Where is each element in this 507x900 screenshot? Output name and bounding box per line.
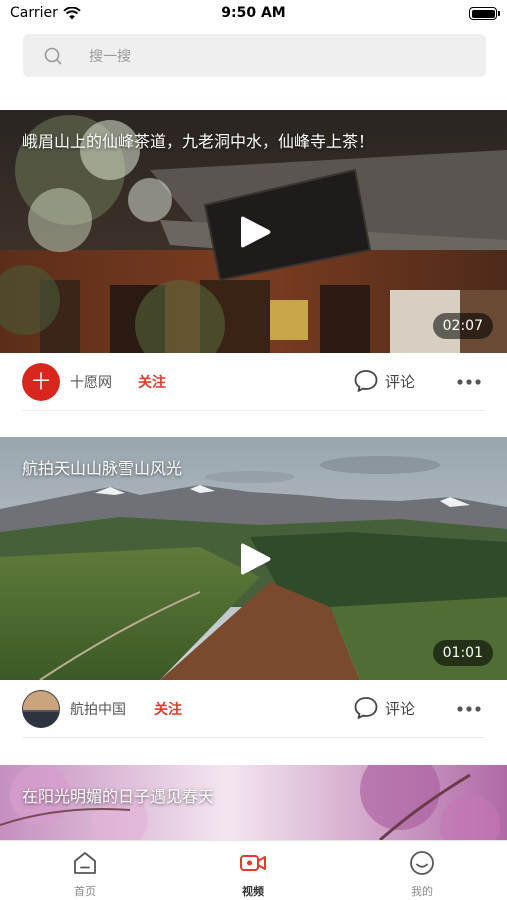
video-duration: 02:07 [432, 313, 493, 339]
author-name[interactable]: 航拍中国 [70, 699, 126, 719]
status-bar: Carrier 9:50 AM [0, 0, 507, 28]
video-thumbnail[interactable]: 航拍天山山脉雪山风光 01:01 [0, 437, 507, 680]
search-icon [44, 47, 62, 64]
bottom-tab-bar: 首页 视频 我的 [0, 840, 507, 900]
tab-label: 视频 [242, 885, 264, 898]
author-avatar[interactable]: 十 [22, 363, 60, 401]
video-camera-icon [240, 855, 266, 871]
comment-button[interactable]: 评论 [353, 695, 415, 721]
video-thumbnail[interactable]: 在阳光明媚的日子遇见春天 [0, 765, 507, 840]
video-card: 峨眉山上的仙峰茶道，九老洞中水，仙峰寺上茶！ 02:07 十 十愿网 关注 评论 [0, 110, 507, 412]
comment-label: 评论 [385, 699, 416, 718]
video-meta-row: 十 十愿网 关注 评论 [0, 353, 507, 411]
tab-video[interactable]: 视频 [193, 849, 313, 899]
more-options-icon[interactable] [457, 379, 481, 385]
search-bar[interactable]: 搜一搜 [23, 34, 486, 77]
tab-label: 我的 [411, 885, 433, 898]
search-placeholder: 搜一搜 [89, 48, 131, 65]
comment-label: 评论 [385, 372, 416, 391]
tab-home[interactable]: 首页 [25, 849, 145, 899]
status-time: 9:50 AM [221, 5, 286, 21]
comment-button[interactable]: 评论 [353, 368, 415, 394]
video-title: 航拍天山山脉雪山风光 [22, 459, 183, 478]
video-duration: 01:01 [432, 640, 493, 666]
tab-label: 首页 [74, 885, 96, 898]
divider [22, 737, 485, 738]
author-name[interactable]: 十愿网 [70, 372, 112, 392]
video-meta-row: 航拍中国 关注 评论 [0, 680, 507, 738]
tab-profile[interactable]: 我的 [362, 849, 482, 899]
author-avatar[interactable] [22, 690, 60, 728]
video-title: 峨眉山上的仙峰茶道，九老洞中水，仙峰寺上茶！ [22, 132, 375, 151]
smiley-icon [410, 851, 434, 875]
comment-icon [354, 697, 378, 719]
divider [22, 410, 485, 411]
video-card: 航拍天山山脉雪山风光 01:01 航拍中国 关注 评论 [0, 437, 507, 739]
battery-icon [469, 7, 500, 20]
video-card: 在阳光明媚的日子遇见春天 [0, 765, 507, 840]
video-title: 在阳光明媚的日子遇见春天 [22, 787, 215, 806]
play-icon[interactable] [238, 541, 272, 577]
follow-button[interactable]: 关注 [154, 699, 182, 719]
play-icon[interactable] [238, 214, 272, 250]
follow-button[interactable]: 关注 [138, 372, 166, 392]
more-options-icon[interactable] [457, 706, 481, 712]
home-icon [74, 852, 96, 874]
video-thumbnail[interactable]: 峨眉山上的仙峰茶道，九老洞中水，仙峰寺上茶！ 02:07 [0, 110, 507, 353]
avatar-text: 十 [32, 372, 50, 393]
comment-icon [354, 370, 378, 392]
